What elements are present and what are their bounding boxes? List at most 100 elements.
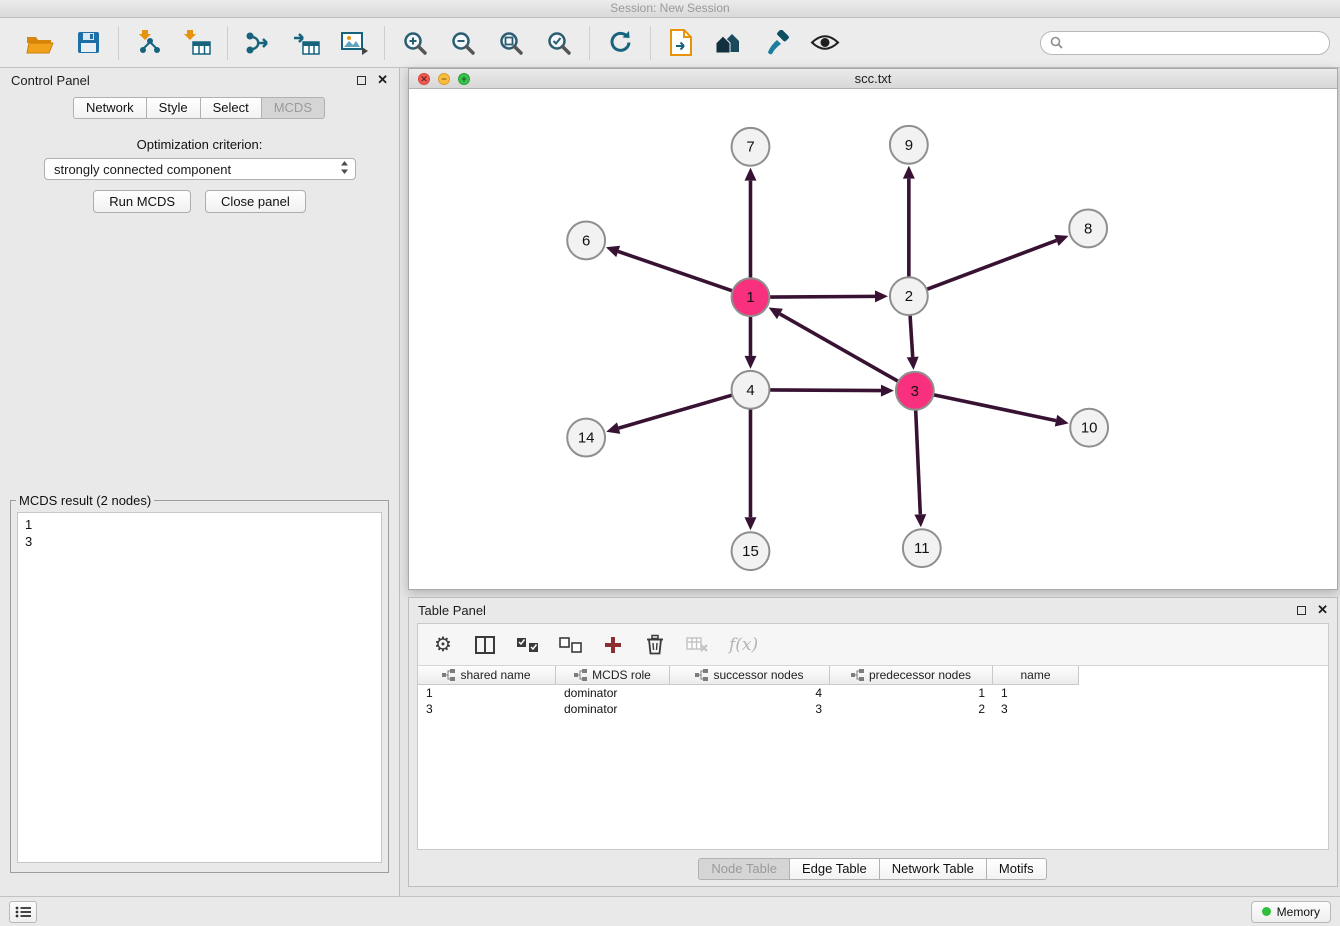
close-control-panel-icon[interactable]: ✕ (377, 75, 388, 85)
mcds-result-list[interactable]: 13 (17, 512, 382, 863)
graph-edge-arrowhead (903, 166, 915, 179)
list-icon (15, 906, 31, 918)
home-icon[interactable] (711, 25, 747, 61)
tab-edge-table[interactable]: Edge Table (789, 858, 880, 880)
tab-mcds[interactable]: MCDS (261, 97, 325, 119)
graph-node-label: 14 (578, 430, 595, 447)
table-cell: dominator (556, 685, 670, 701)
node-table-container: ⚙ f(x) (417, 623, 1329, 850)
network-view-window: ✕ − + scc.txt 7968124314101511 (408, 68, 1338, 590)
tab-network[interactable]: Network (73, 97, 147, 119)
search-icon (1050, 36, 1063, 49)
minimize-window-button[interactable]: − (438, 73, 450, 85)
graph-edge-arrowhead (881, 385, 894, 397)
graph-edge-arrowhead (875, 290, 888, 302)
graph-edge-arrowhead (745, 168, 757, 181)
table-panel-header: Table Panel ✕ (409, 598, 1337, 622)
network-window-title: scc.txt (855, 71, 892, 86)
folder-open-icon[interactable] (22, 25, 58, 61)
function-builder-icon: f(x) (729, 635, 758, 655)
optimization-select[interactable]: strongly connected component (44, 158, 356, 180)
float-table-panel-icon[interactable] (1297, 606, 1306, 615)
graph-node-label: 6 (582, 232, 590, 249)
table-cell: 1 (830, 685, 993, 701)
optimization-criterion-label: Optimization criterion: (0, 137, 399, 152)
add-column-icon[interactable] (602, 636, 624, 654)
graph-edge-3-11[interactable] (916, 410, 921, 515)
graph-edge-4-14[interactable] (619, 395, 733, 428)
split-panel-icon[interactable] (474, 636, 496, 654)
node-table-body: 1dominator4113dominator323 (418, 685, 1328, 717)
import-table-icon[interactable] (179, 25, 215, 61)
search-input[interactable] (1069, 36, 1320, 50)
document-share-icon[interactable] (663, 25, 699, 61)
unselect-all-columns-icon[interactable] (559, 637, 582, 653)
column-header-shared-name[interactable]: shared name (418, 666, 556, 685)
memory-button[interactable]: Memory (1251, 901, 1331, 923)
tab-motifs[interactable]: Motifs (986, 858, 1047, 880)
network-graph[interactable]: 7968124314101511 (409, 89, 1337, 589)
column-header-predecessor-nodes[interactable]: predecessor nodes (830, 666, 993, 685)
mcds-result-line: 3 (25, 533, 374, 550)
control-panel-header: Control Panel ✕ (0, 68, 399, 92)
graph-edge-arrowhead (745, 356, 757, 369)
zoom-selected-icon[interactable] (541, 25, 577, 61)
delete-column-icon[interactable] (644, 634, 666, 655)
table-row[interactable]: 3dominator323 (418, 701, 1328, 717)
control-panel-title: Control Panel (11, 73, 90, 88)
mcds-result-group: MCDS result (2 nodes) 13 (10, 493, 389, 873)
column-header-name[interactable]: name (993, 666, 1079, 685)
graph-node-label: 9 (905, 137, 913, 154)
task-history-button[interactable] (9, 901, 37, 923)
zoom-window-button[interactable]: + (458, 73, 470, 85)
tab-node-table[interactable]: Node Table (698, 858, 790, 880)
float-panel-icon[interactable] (357, 76, 366, 85)
run-mcds-button[interactable]: Run MCDS (93, 190, 191, 213)
main-toolbar (0, 18, 1340, 68)
graph-edge-arrowhead (745, 517, 757, 530)
tab-network-table[interactable]: Network Table (879, 858, 987, 880)
graph-node-label: 8 (1084, 220, 1092, 237)
tab-style[interactable]: Style (146, 97, 201, 119)
tab-select[interactable]: Select (200, 97, 262, 119)
column-type-icon (574, 669, 587, 681)
table-row[interactable]: 1dominator411 (418, 685, 1328, 701)
graph-edge-3-10[interactable] (933, 395, 1056, 421)
column-header-successor-nodes[interactable]: successor nodes (670, 666, 830, 685)
export-image-icon[interactable] (336, 25, 372, 61)
memory-status-dot (1262, 907, 1271, 916)
graph-edge-1-6[interactable] (618, 251, 732, 291)
network-share-icon[interactable] (240, 25, 276, 61)
graph-edge-2-8[interactable] (927, 240, 1057, 289)
graph-edge-4-3[interactable] (769, 390, 881, 391)
graph-edge-3-1[interactable] (780, 314, 898, 381)
refresh-icon[interactable] (602, 25, 638, 61)
table-cell: dominator (556, 701, 670, 717)
import-network-icon[interactable] (131, 25, 167, 61)
table-settings-gear-icon[interactable]: ⚙ (432, 635, 454, 655)
zoom-in-icon[interactable] (397, 25, 433, 61)
network-table-icon[interactable] (288, 25, 324, 61)
zoom-fit-icon[interactable] (493, 25, 529, 61)
graph-edge-arrowhead (1055, 415, 1069, 427)
graph-edge-2-3[interactable] (910, 315, 913, 357)
table-cell: 1 (418, 685, 556, 701)
paint-icon[interactable] (759, 25, 795, 61)
column-type-icon (695, 669, 708, 681)
eye-icon[interactable] (807, 25, 843, 61)
column-type-icon (851, 669, 864, 681)
close-table-panel-icon[interactable]: ✕ (1317, 605, 1328, 615)
zoom-out-icon[interactable] (445, 25, 481, 61)
table-cell: 4 (670, 685, 830, 701)
status-bar: Memory (0, 896, 1340, 926)
table-cell: 1 (993, 685, 1079, 701)
save-icon[interactable] (70, 25, 106, 61)
close-window-button[interactable]: ✕ (418, 73, 430, 85)
mcds-result-title: MCDS result (2 nodes) (16, 493, 154, 508)
network-canvas[interactable]: 7968124314101511 (409, 89, 1337, 589)
graph-edge-arrowhead (907, 357, 919, 370)
select-all-columns-icon[interactable] (516, 637, 539, 653)
close-panel-button[interactable]: Close panel (205, 190, 306, 213)
graph-edge-1-2[interactable] (769, 296, 875, 297)
column-header-mcds-role[interactable]: MCDS role (556, 666, 670, 685)
